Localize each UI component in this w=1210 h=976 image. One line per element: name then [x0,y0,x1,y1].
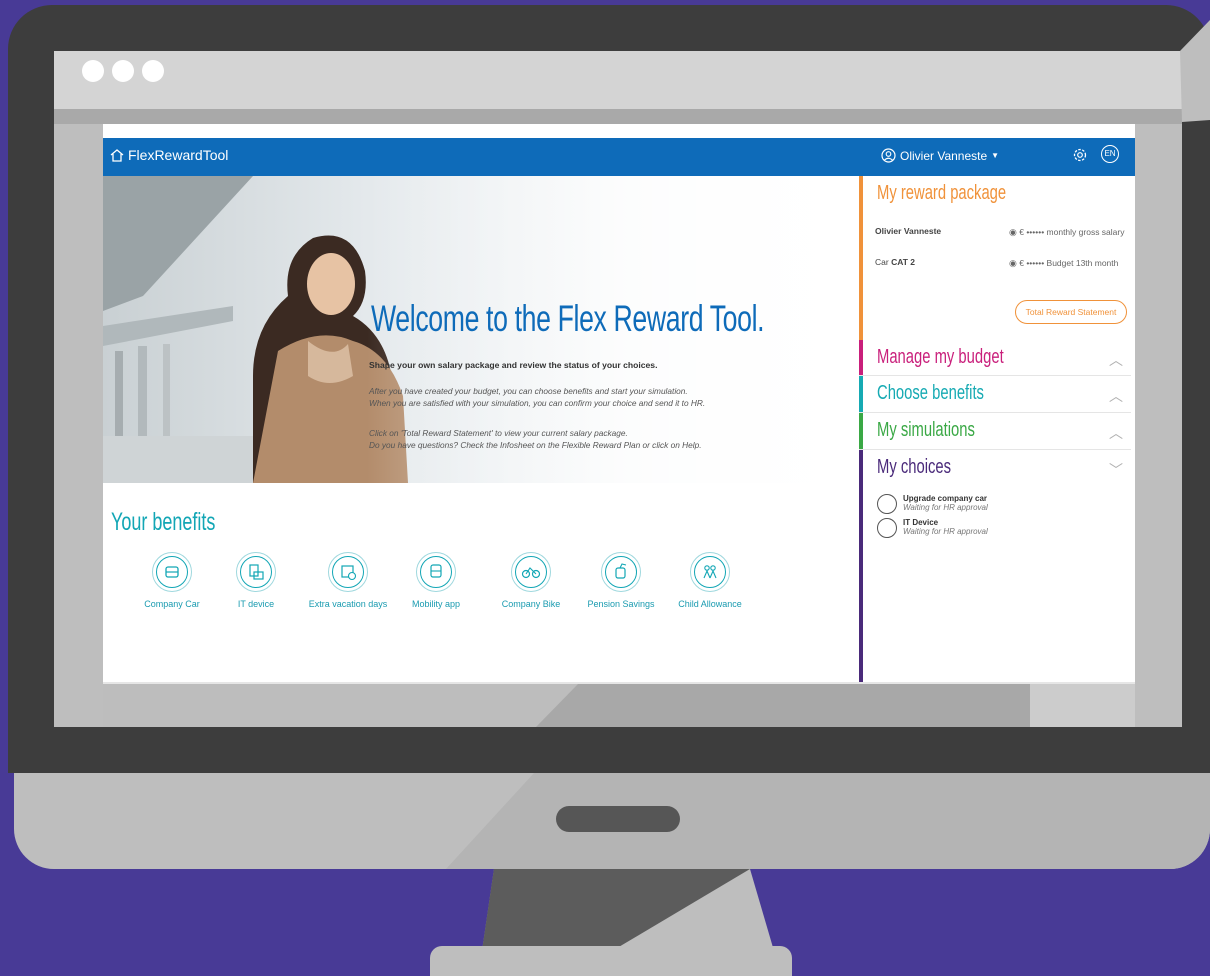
caret-down-icon: ▼ [991,151,1000,160]
family-icon [690,552,730,592]
welcome-hero: Welcome to the Flex Reward Tool. Shape y… [103,176,857,483]
choice-name: Upgrade company car [903,494,988,503]
user-icon [881,148,896,163]
car-icon [877,494,897,514]
benefit-it-device[interactable]: IT device [211,552,301,609]
chevron-up-icon[interactable]: ︿ [1109,350,1123,370]
benefit-label: Company Bike [501,599,561,609]
reward-package-section: My reward package Olivier Vanneste Car C… [859,176,1135,340]
salary-value: € •••••• monthly gross salary [1019,227,1125,237]
section-title: My choices [877,456,952,478]
window-dot-icon [142,60,164,82]
side-panel: My reward package Olivier Vanneste Car C… [859,176,1135,684]
hero-title: Welcome to the Flex Reward Tool. [371,298,765,339]
device-icon [236,552,276,592]
bike-icon [511,552,551,592]
benefit-company-bike[interactable]: Company Bike [486,552,576,609]
chevron-up-icon[interactable]: ︿ [1109,386,1123,406]
hero-text: Click on 'Total Reward Statement' to vie… [369,428,628,438]
choice-name: IT Device [903,518,939,527]
chevron-down-icon[interactable]: ﹀ [1109,460,1123,480]
my-choices-section[interactable]: My choices ﹀ Upgrade company car Waiting … [859,450,1135,684]
benefit-company-car[interactable]: Company Car [127,552,217,609]
budget-row: ◉ € •••••• Budget 13th month [1009,257,1129,269]
calendar-icon [328,552,368,592]
budget-value: € •••••• Budget 13th month [1019,258,1119,268]
benefit-child-allowance[interactable]: Child Allowance [665,552,755,609]
eye-icon[interactable]: ◉ [1009,227,1017,237]
app-bottom-border [103,682,1135,684]
flex-reward-app: FlexRewardTool Olivier Vanneste ▼ EN Wel… [103,124,1135,684]
employee-name: Olivier Vanneste [875,226,942,236]
benefit-label: Mobility app [411,599,461,609]
salary-row: ◉ € •••••• monthly gross salary [1009,226,1129,238]
user-name: Olivier Vanneste [900,148,988,163]
window-dot-icon [112,60,134,82]
benefits-title: Your benefits [111,508,216,536]
benefit-extra-vacation-days[interactable]: Extra vacation days [303,552,393,609]
window-titlebar [54,51,1182,109]
reward-package-title: My reward package [877,182,1007,204]
gear-icon[interactable] [1071,146,1089,164]
home-icon [110,148,124,162]
car-category: Car CAT 2 [875,257,915,267]
train-icon [416,552,456,592]
hero-text: After you have created your budget, you … [369,386,688,396]
choice-status: Waiting for HR approval [903,527,988,536]
car-cat-value: CAT 2 [891,257,916,267]
device-icon [877,518,897,538]
window-dot-icon [82,60,104,82]
hero-text: Do you have questions? Check the Infoshe… [369,440,702,450]
monitor-stand-neck [482,869,774,951]
chevron-up-icon[interactable]: ︿ [1109,423,1123,443]
total-reward-statement-button[interactable]: Total Reward Statement [1015,300,1127,324]
piggy-bank-icon [601,552,641,592]
car-label: Car [875,257,889,267]
benefit-label: Child Allowance [678,599,742,609]
eye-icon[interactable]: ◉ [1009,258,1017,268]
benefit-label: Extra vacation days [308,599,388,609]
hero-subtitle: Shape your own salary package and review… [369,360,658,370]
window-strip [54,109,1182,124]
benefit-label: Pension Savings [587,599,655,609]
car-icon [152,552,192,592]
section-title: My simulations [877,419,975,441]
choice-status: Waiting for HR approval [903,503,988,512]
manage-budget-section[interactable]: Manage my budget ︿ [859,340,1135,376]
choice-item[interactable]: Upgrade company car Waiting for HR approv… [877,494,988,514]
benefit-mobility-app[interactable]: Mobility app [391,552,481,609]
section-title: Manage my budget [877,346,1004,368]
monitor-stand-base [430,946,792,976]
section-title: Choose benefits [877,382,984,404]
brand-name: FlexRewardTool [128,147,229,163]
benefit-label: Company Car [144,599,200,609]
benefit-label: IT device [237,599,275,609]
monitor-logo [556,806,680,832]
user-menu[interactable]: Olivier Vanneste ▼ [881,148,999,163]
hero-text: When you are satisfied with your simulat… [369,398,706,408]
brand-link[interactable]: FlexRewardTool [109,147,228,163]
benefit-pension-savings[interactable]: Pension Savings [576,552,666,609]
choice-item[interactable]: IT Device Waiting for HR approval [877,518,988,538]
my-simulations-section[interactable]: My simulations ︿ [859,413,1135,450]
language-button[interactable]: EN [1101,145,1119,163]
choose-benefits-section[interactable]: Choose benefits ︿ [859,376,1135,413]
